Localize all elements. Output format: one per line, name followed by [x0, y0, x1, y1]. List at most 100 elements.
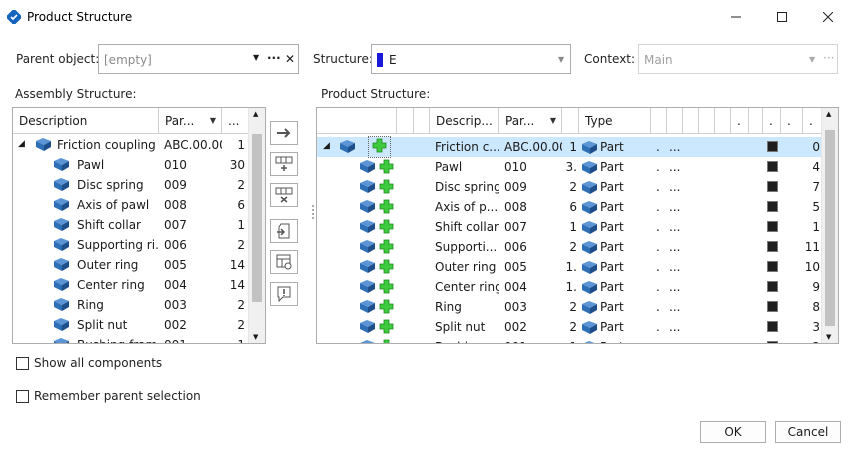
product-col-d[interactable]	[699, 108, 715, 134]
assembly-row[interactable]: Bushing frame 0011	[13, 335, 250, 343]
assembly-row[interactable]: Shift collar 007 1	[13, 215, 250, 235]
part-icon	[54, 278, 69, 291]
sort-dropdown-icon[interactable]: ▼	[210, 116, 216, 125]
scroll-down-icon[interactable]: ▼	[826, 333, 831, 341]
product-row[interactable]: Outer ring 005 1. Part.... 10	[317, 257, 823, 277]
product-row[interactable]: Center ring 004 1. Part.... 9	[317, 277, 823, 297]
product-scrollbar[interactable]: ▲ ▼	[821, 108, 838, 343]
product-desc: Supporti...	[435, 240, 498, 254]
collapse-arrow-icon[interactable]: ◢	[18, 139, 25, 149]
assembly-row[interactable]: Disc spring 009 2	[13, 175, 250, 195]
product-row[interactable]: Axis of p... 008 6 Part.... 5	[317, 197, 823, 217]
product-row[interactable]: Shift collar 007 1 Part.... 1	[317, 217, 823, 237]
scrollbar-thumb[interactable]	[252, 134, 262, 302]
product-col-flag[interactable]	[414, 108, 430, 134]
product-col-description[interactable]: Descrip...	[430, 108, 499, 134]
scroll-up-icon[interactable]: ▲	[253, 110, 258, 118]
sort-dropdown-icon[interactable]: ▼	[550, 116, 556, 125]
show-all-components-checkbox[interactable]	[16, 357, 29, 370]
product-col-f[interactable]: .	[731, 108, 749, 134]
product-col-c[interactable]	[683, 108, 699, 134]
part-icon	[54, 198, 69, 211]
product-num: 8	[812, 300, 820, 314]
assembly-row[interactable]: ◢ Friction coupling ABC.00.00 1	[13, 135, 250, 155]
table-settings-button[interactable]	[270, 250, 298, 274]
product-num: 2	[803, 340, 820, 343]
product-col-g[interactable]	[749, 108, 763, 134]
product-row[interactable]: ◢ Friction c... ABC.00.00 1 Part.... 0	[317, 136, 823, 158]
product-col-type[interactable]: Type	[579, 108, 651, 134]
product-row[interactable]: Pawl 010 3. Part.... 4	[317, 157, 823, 177]
transfer-arrow-button[interactable]	[270, 121, 298, 145]
copy-document-button[interactable]	[270, 219, 298, 243]
assembly-row[interactable]: Supporting ri... 006 2	[13, 235, 250, 255]
product-row[interactable]: Bushing... 0011 Part.... 2	[317, 337, 823, 343]
product-row[interactable]: Disc spring 009 2 Part.... 7	[317, 177, 823, 197]
product-col-tree[interactable]	[317, 108, 397, 134]
assembly-structure-tree[interactable]: Description Par... ▼ ... ◢ Friction coupli…	[12, 107, 266, 344]
parent-more-button[interactable]: ···	[267, 51, 281, 65]
product-row[interactable]: Split nut 002 2 Part.... 3	[317, 317, 823, 337]
status-square-icon	[767, 181, 778, 192]
maximize-button[interactable]	[759, 0, 805, 33]
cancel-button[interactable]: Cancel	[775, 421, 841, 443]
assembly-part: 008	[164, 198, 187, 212]
assembly-col-more[interactable]: ...	[222, 108, 250, 134]
product-col-b[interactable]	[667, 108, 683, 134]
part-icon	[360, 200, 375, 213]
product-type: Part	[600, 200, 624, 214]
product-row[interactable]: Ring 003 2 Part.... 8	[317, 297, 823, 317]
product-row[interactable]: Supporti... 006 2 Part.... 11	[317, 237, 823, 257]
collapse-arrow-icon[interactable]: ◢	[323, 141, 330, 151]
structure-color-swatch	[377, 53, 383, 67]
assembly-row[interactable]: Outer ring 005 14	[13, 255, 250, 275]
assembly-row[interactable]: Axis of pawl 008 6	[13, 195, 250, 215]
product-col-icon[interactable]	[397, 108, 414, 134]
product-col-j[interactable]: .	[803, 108, 823, 134]
add-row-button[interactable]	[270, 152, 298, 176]
assembly-col-part[interactable]: Par... ▼	[159, 108, 222, 134]
remove-row-button[interactable]	[270, 183, 298, 207]
context-select[interactable]: Main ▼ ···	[638, 44, 838, 74]
assembly-row[interactable]: Split nut 002 2	[13, 315, 250, 335]
assembly-row[interactable]: Pawl 010 30	[13, 155, 250, 175]
assembly-row[interactable]: Center ring 004 14	[13, 275, 250, 295]
remember-parent-checkbox[interactable]	[16, 390, 29, 403]
splitter-grip[interactable]	[312, 205, 314, 219]
product-col-qty[interactable]	[562, 108, 579, 134]
structure-select[interactable]: E ▼	[371, 44, 571, 74]
assembly-row[interactable]: Ring 003 2	[13, 295, 250, 315]
plus-icon	[379, 319, 394, 334]
assembly-desc: Friction coupling	[57, 138, 156, 152]
product-col-i[interactable]: .	[781, 108, 803, 134]
table-gear-icon	[276, 254, 292, 270]
product-desc: Ring	[435, 300, 462, 314]
product-desc: Friction c...	[435, 140, 499, 154]
parent-object-field[interactable]: [empty] ▼ ··· ✕	[98, 44, 299, 74]
plus-icon	[379, 239, 394, 254]
col-label: .	[787, 113, 791, 128]
close-icon	[823, 11, 833, 22]
product-qty: 2	[569, 320, 577, 334]
product-col-h[interactable]: .	[763, 108, 781, 134]
maximize-icon	[777, 11, 787, 22]
assembly-scrollbar[interactable]: ▲ ▼	[248, 108, 265, 343]
assembly-col-description[interactable]: Description	[13, 108, 159, 134]
assembly-desc: Center ring	[77, 278, 145, 292]
product-structure-tree[interactable]: Descrip... Par... ▼ Type . . . . ◢ Frictio…	[316, 107, 839, 344]
alert-button[interactable]	[270, 282, 298, 306]
parent-dropdown-icon[interactable]: ▼	[253, 53, 259, 62]
part-icon	[582, 261, 597, 274]
product-col-e[interactable]	[715, 108, 731, 134]
close-button[interactable]	[805, 0, 851, 33]
minimize-button[interactable]	[713, 0, 759, 33]
product-col-part[interactable]: Par... ▼	[499, 108, 562, 134]
parent-object-label: Parent object:	[16, 52, 100, 66]
scroll-up-icon[interactable]: ▲	[826, 110, 831, 118]
parent-clear-button[interactable]: ✕	[285, 52, 295, 66]
ok-button[interactable]: OK	[700, 421, 766, 443]
product-col-a[interactable]	[651, 108, 667, 134]
product-part: 005	[504, 260, 527, 274]
scroll-down-icon[interactable]: ▼	[253, 333, 258, 341]
scrollbar-thumb[interactable]	[825, 130, 835, 326]
